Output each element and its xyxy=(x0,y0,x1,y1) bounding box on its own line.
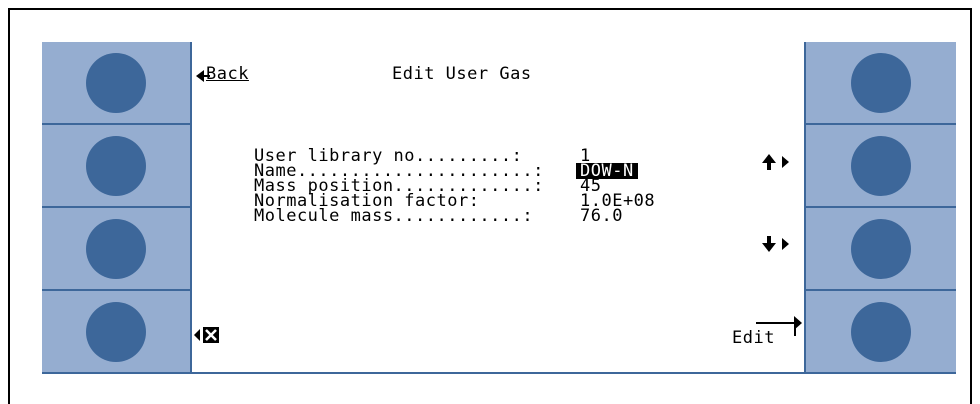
softkey-right-4[interactable] xyxy=(806,291,956,372)
softkey-left-2[interactable] xyxy=(42,125,190,206)
softkey-left-1[interactable] xyxy=(42,42,190,123)
softkey-right-3-button[interactable] xyxy=(851,218,911,279)
back-label[interactable]: Back xyxy=(206,66,249,83)
page-title: Edit User Gas xyxy=(392,64,532,84)
softkey-left-4-button[interactable] xyxy=(86,301,146,362)
arrow-up-icon[interactable] xyxy=(760,152,790,172)
bottom-border xyxy=(42,372,956,374)
softkey-left-4[interactable] xyxy=(42,291,190,372)
field-label: Molecule mass............: xyxy=(254,206,534,226)
field-value: 76.0 xyxy=(580,206,623,226)
arrow-down-icon[interactable] xyxy=(760,234,790,254)
softkey-right-2[interactable] xyxy=(806,125,956,206)
softkey-right-1-button[interactable] xyxy=(851,52,911,113)
softkey-left-3-button[interactable] xyxy=(86,218,146,279)
right-softkey-panel xyxy=(806,42,956,372)
softkey-right-4-button[interactable] xyxy=(851,301,911,362)
lcd-screen: Back Edit User Gas User library no......… xyxy=(190,42,806,372)
left-softkey-panel xyxy=(42,42,190,372)
softkey-left-3[interactable] xyxy=(42,208,190,289)
softkey-right-3[interactable] xyxy=(806,208,956,289)
softkey-right-2-button[interactable] xyxy=(851,135,911,196)
edit-arrow-icon xyxy=(756,316,802,336)
softkey-left-1-button[interactable] xyxy=(86,52,146,113)
softkey-left-2-button[interactable] xyxy=(86,135,146,196)
softkey-right-1[interactable] xyxy=(806,42,956,123)
cancel-x-icon[interactable] xyxy=(194,326,224,344)
